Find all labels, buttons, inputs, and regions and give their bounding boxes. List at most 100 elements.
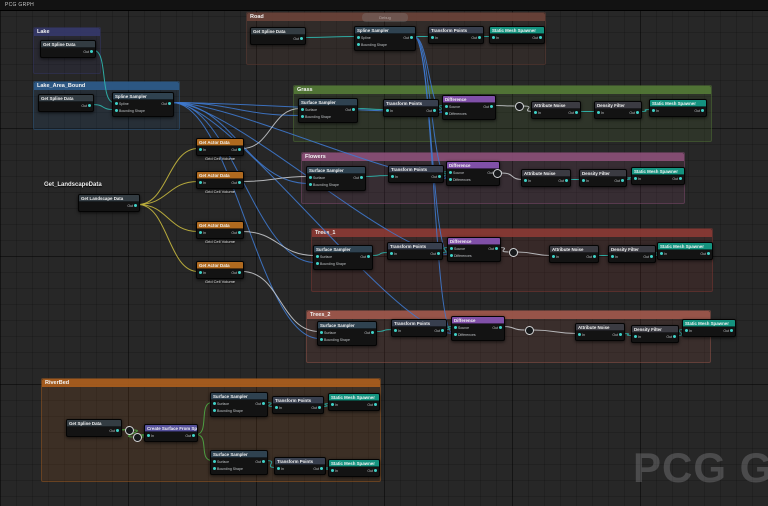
- pin-out-out-icon[interactable]: [441, 329, 444, 332]
- pin-in-in-icon[interactable]: [492, 36, 495, 39]
- reroute-node[interactable]: [492, 168, 502, 178]
- pin-in-in-icon[interactable]: [394, 329, 397, 332]
- pin-in-in-icon[interactable]: [199, 271, 202, 274]
- pin-in-spline-icon[interactable]: [115, 102, 118, 105]
- node-vol3[interactable]: Get Actor Data In Out: [196, 221, 244, 239]
- pin-out-out-icon[interactable]: [701, 109, 704, 112]
- node-flowers_diff[interactable]: Difference Source Out Differences: [446, 161, 500, 186]
- node-rb_create[interactable]: Create Surface From SplineIn Out: [144, 424, 198, 442]
- node-t1_noise[interactable]: Attribute Noise In Out: [549, 245, 599, 263]
- reroute-node[interactable]: [124, 425, 134, 435]
- node-vol2[interactable]: Get Actor Data In Out: [196, 171, 244, 189]
- node-lab_gsd[interactable]: Get Spline Data Out: [38, 94, 94, 112]
- pin-out-out-icon[interactable]: [490, 105, 493, 108]
- pin-out-out-icon[interactable]: [478, 36, 481, 39]
- pin-out-out-icon[interactable]: [410, 36, 413, 39]
- node-grass_noise[interactable]: Attribute Noise In Out: [531, 101, 581, 119]
- node-t1_diff[interactable]: Difference Source Out Differences: [447, 237, 501, 262]
- node-rb_gsd[interactable]: Get Spline Data Out: [66, 419, 122, 437]
- pin-in-differences-icon[interactable]: [449, 178, 452, 181]
- pin-out-out-icon[interactable]: [192, 434, 195, 437]
- pin-in-in-icon[interactable]: [652, 109, 655, 112]
- pin-in-in-icon[interactable]: [147, 434, 150, 437]
- pin-in-surface-icon[interactable]: [309, 176, 312, 179]
- node-road_tp[interactable]: Transform Points In Out: [428, 26, 484, 44]
- pin-out-out-icon[interactable]: [679, 177, 682, 180]
- pin-out-out-icon[interactable]: [593, 255, 596, 258]
- pin-in-surface-icon[interactable]: [213, 460, 216, 463]
- node-lab_ss[interactable]: Spline Sampler Spline Out Bounding Shape: [112, 92, 174, 117]
- pin-in-in-icon[interactable]: [331, 469, 334, 472]
- pin-out-out-icon[interactable]: [318, 406, 321, 409]
- node-flowers_sms[interactable]: Static Mesh Spawner In Out: [631, 167, 685, 185]
- node-flowers_filter[interactable]: Density Filter In Out: [579, 169, 627, 187]
- node-t2_ss[interactable]: Surface Sampler Surface Out Bounding Shape: [317, 321, 377, 346]
- pin-out-out-icon[interactable]: [374, 403, 377, 406]
- pin-in-surface-icon[interactable]: [213, 402, 216, 405]
- pin-out-out-icon[interactable]: [374, 469, 377, 472]
- pin-out-out-icon[interactable]: [433, 109, 436, 112]
- tab-pcg-graph[interactable]: PCG GRPH: [0, 2, 39, 8]
- pin-out-out-icon[interactable]: [539, 36, 542, 39]
- pin-out-out-icon[interactable]: [636, 111, 639, 114]
- pin-out-out-icon[interactable]: [116, 429, 119, 432]
- reroute-node[interactable]: [524, 325, 534, 335]
- pin-in-in-icon[interactable]: [199, 181, 202, 184]
- pin-out-out-icon[interactable]: [238, 271, 241, 274]
- node-rb_sms1[interactable]: Static Mesh Spawner In Out: [328, 393, 380, 411]
- pin-in-differences-icon[interactable]: [454, 333, 457, 336]
- pin-out-out-icon[interactable]: [575, 111, 578, 114]
- node-rb_sms2[interactable]: Static Mesh Spawner In Out: [328, 459, 380, 477]
- node-grass_filter[interactable]: Density Filter In Out: [594, 101, 642, 119]
- pin-in-in-icon[interactable]: [597, 111, 600, 114]
- pin-out-out-icon[interactable]: [262, 460, 265, 463]
- pin-out-out-icon[interactable]: [371, 331, 374, 334]
- pin-in-in-icon[interactable]: [578, 333, 581, 336]
- node-vol1[interactable]: Get Actor Data In Out: [196, 138, 244, 156]
- node-grass_diff[interactable]: Difference Source Out Differences: [442, 95, 496, 120]
- pin-out-out-icon[interactable]: [367, 255, 370, 258]
- pin-in-in-icon[interactable]: [386, 109, 389, 112]
- pin-in-in-icon[interactable]: [634, 335, 637, 338]
- node-t2_diff[interactable]: Difference Source Out Differences: [451, 316, 505, 341]
- pin-in-source-icon[interactable]: [449, 171, 452, 174]
- pin-in-bounding-shape-icon[interactable]: [213, 409, 216, 412]
- pin-out-out-icon[interactable]: [134, 204, 137, 207]
- pin-in-in-icon[interactable]: [199, 148, 202, 151]
- node-road_sms[interactable]: Static Mesh Spawner In Out: [489, 26, 545, 44]
- pin-out-out-icon[interactable]: [437, 252, 440, 255]
- graph-canvas[interactable]: Lake Road Lake_Area_Bound Grass Flowers Trees…: [0, 0, 768, 506]
- pin-in-in-icon[interactable]: [582, 179, 585, 182]
- pin-in-surface-icon[interactable]: [320, 331, 323, 334]
- pin-in-in-icon[interactable]: [391, 175, 394, 178]
- pin-out-out-icon[interactable]: [438, 175, 441, 178]
- pin-in-in-icon[interactable]: [431, 36, 434, 39]
- pin-out-out-icon[interactable]: [320, 467, 323, 470]
- pin-out-out-icon[interactable]: [300, 37, 303, 40]
- node-flowers_ss[interactable]: Surface Sampler Surface Out Bounding Shape: [306, 166, 366, 191]
- node-t2_filter[interactable]: Density Filter In Out: [631, 325, 679, 343]
- pin-in-spline-icon[interactable]: [357, 36, 360, 39]
- node-grass_ss[interactable]: Surface Sampler Surface Out Bounding Shape: [298, 98, 358, 123]
- pin-in-in-icon[interactable]: [634, 177, 637, 180]
- node-t1_ss[interactable]: Surface Sampler Surface Out Bounding Shape: [313, 245, 373, 270]
- node-rb_tp2[interactable]: Transform Points In Out: [274, 457, 326, 475]
- pin-in-in-icon[interactable]: [199, 231, 202, 234]
- node-rb_ss2[interactable]: Surface Sampler Surface Out Bounding Shape: [210, 450, 268, 475]
- pin-out-out-icon[interactable]: [565, 179, 568, 182]
- pin-in-source-icon[interactable]: [450, 247, 453, 250]
- pin-out-out-icon[interactable]: [650, 255, 653, 258]
- pin-in-in-icon[interactable]: [275, 406, 278, 409]
- pin-out-out-icon[interactable]: [707, 252, 710, 255]
- pin-in-bounding-shape-icon[interactable]: [213, 467, 216, 470]
- disabled-node[interactable]: Debug: [362, 13, 408, 22]
- pin-in-bounding-shape-icon[interactable]: [301, 115, 304, 118]
- node-road_ss[interactable]: Spline Sampler Spline Out Bounding Shape: [354, 26, 416, 51]
- node-grass_sms[interactable]: Static Mesh Spawner In Out: [649, 99, 707, 117]
- pin-in-in-icon[interactable]: [552, 255, 555, 258]
- pin-in-in-icon[interactable]: [524, 179, 527, 182]
- reroute-node[interactable]: [514, 101, 524, 111]
- pin-in-in-icon[interactable]: [331, 403, 334, 406]
- node-gld[interactable]: Get Landscape Data Out: [78, 194, 140, 212]
- pin-out-out-icon[interactable]: [88, 104, 91, 107]
